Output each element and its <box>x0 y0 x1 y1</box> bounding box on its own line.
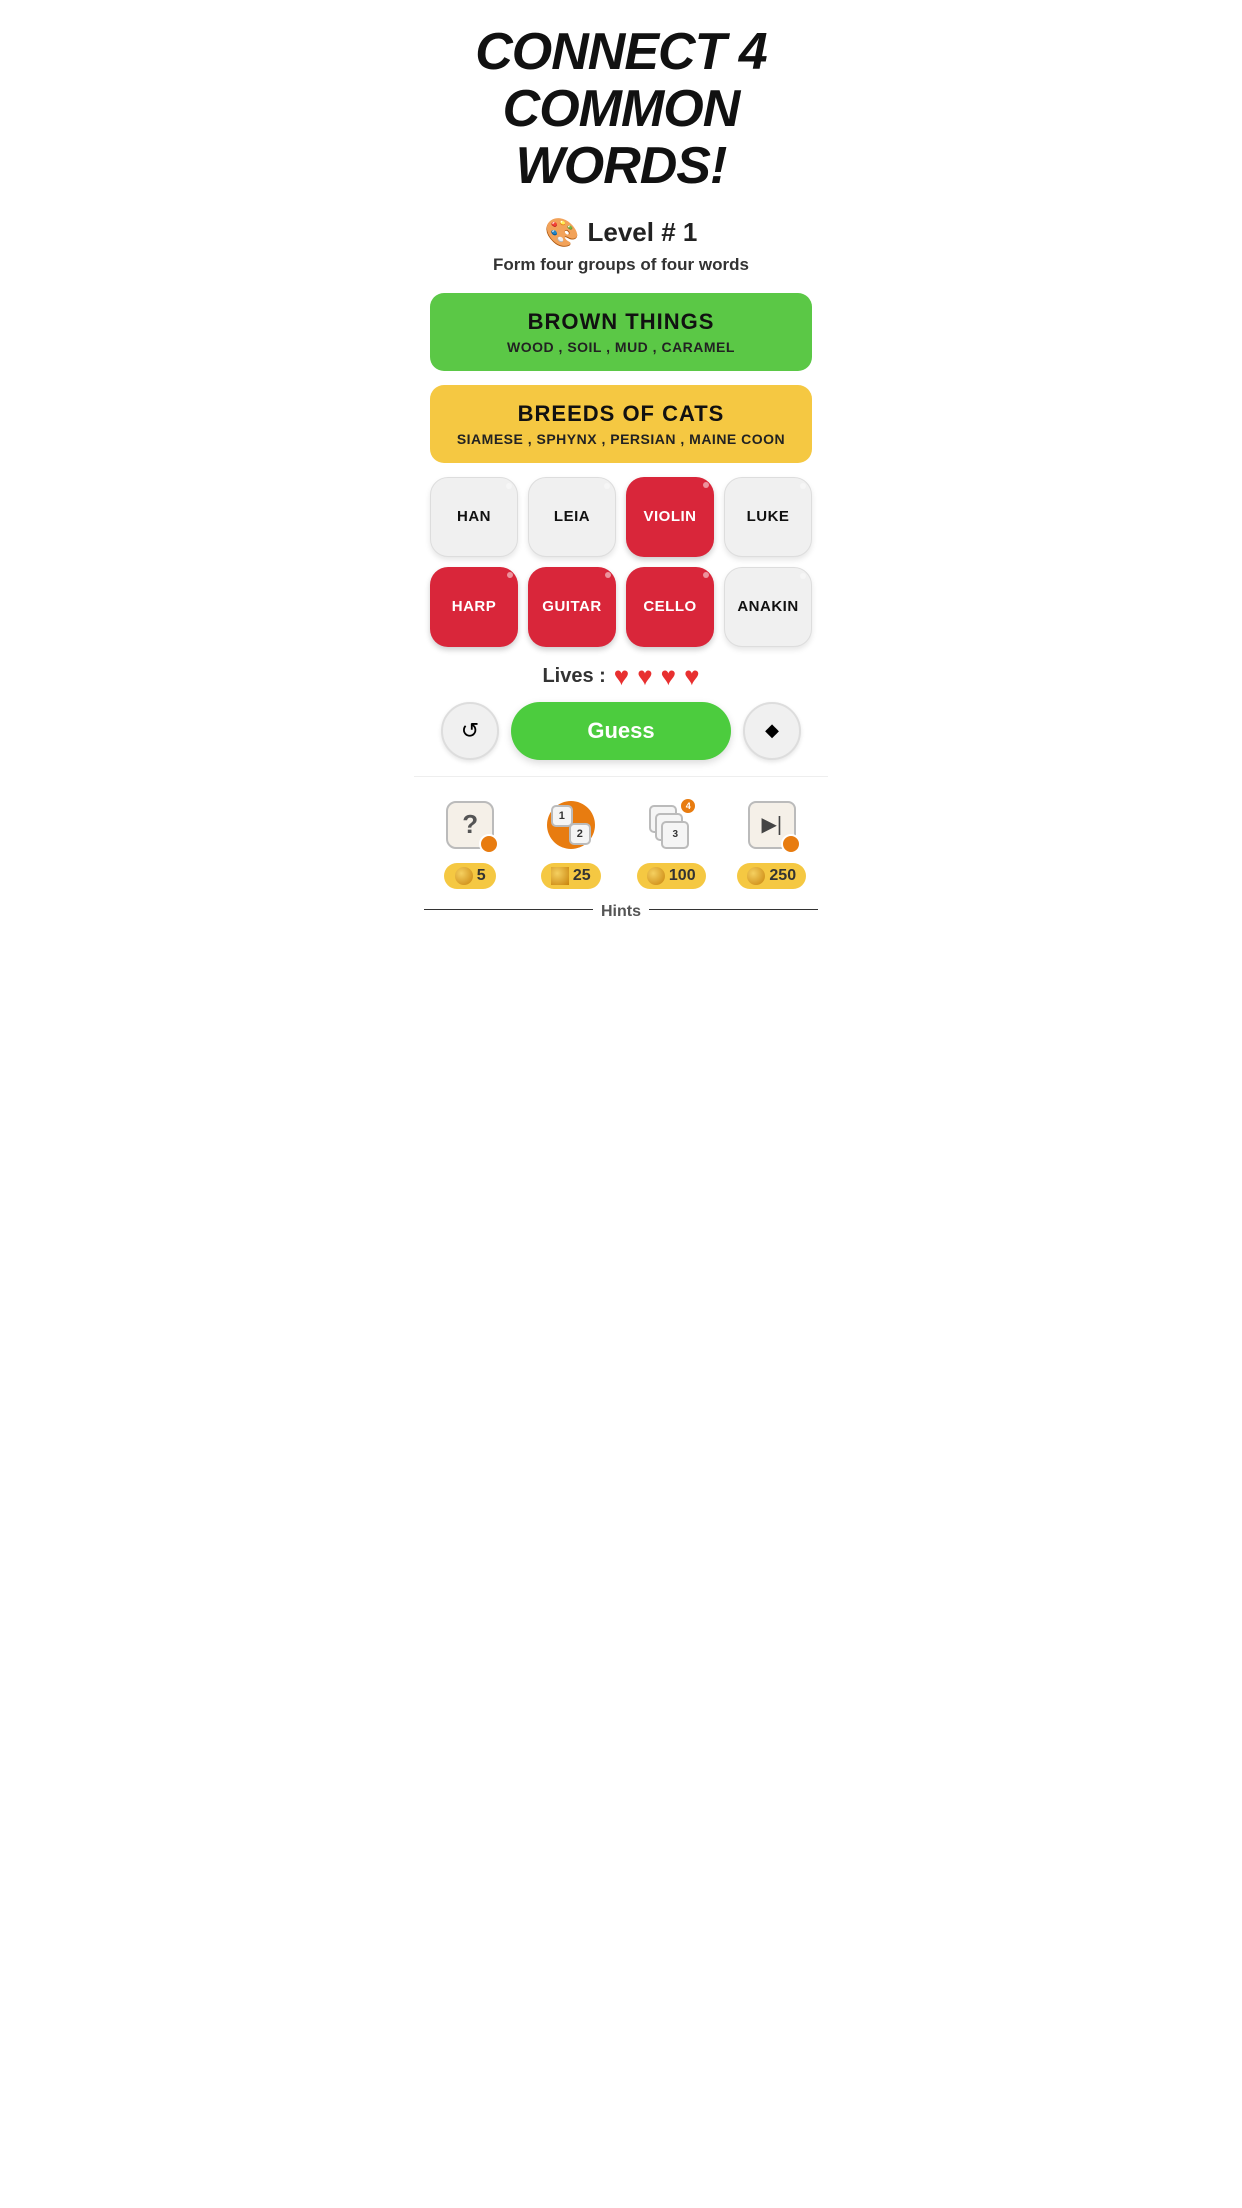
heart-4: ♥ <box>684 661 699 692</box>
page-title: CONNECT 4COMMON WORDS! <box>414 0 828 208</box>
word-tile-cello[interactable]: CELLO <box>626 567 714 647</box>
guess-button[interactable]: Guess <box>511 702 731 760</box>
divider-left <box>424 909 593 910</box>
hint-shuffle[interactable]: 1 2 25 <box>525 793 618 889</box>
hint-reveal[interactable]: ? 5 <box>424 793 517 889</box>
hint-3-cost: 100 <box>669 867 696 885</box>
divider-right <box>649 909 818 910</box>
word-tile-luke[interactable]: LUKE <box>724 477 812 557</box>
hint-skip[interactable]: ▶| 250 <box>726 793 819 889</box>
category-title-cats: BREEDS OF CATS <box>448 401 794 427</box>
subtitle: Form four groups of four words <box>414 255 828 275</box>
heart-1: ♥ <box>614 661 629 692</box>
category-title-brown: BROWN THINGS <box>448 309 794 335</box>
word-tile-anakin[interactable]: ANAKIN <box>724 567 812 647</box>
hint-4-cost: 250 <box>769 867 796 885</box>
shuffle-button[interactable]: ↺ <box>441 702 499 760</box>
lives-label: Lives : <box>542 665 605 688</box>
hint-order[interactable]: 1 2 3 4 100 <box>625 793 718 889</box>
word-tile-harp[interactable]: HARP <box>430 567 518 647</box>
word-tile-leia[interactable]: LEIA <box>528 477 616 557</box>
hints-label: Hints <box>601 903 641 921</box>
level-icon: 🎨 <box>545 216 580 249</box>
hint-2-cost: 25 <box>573 867 591 885</box>
category-card-breeds-of-cats: BREEDS OF CATS SIAMESE , SPHYNX , PERSIA… <box>430 385 812 463</box>
heart-2: ♥ <box>637 661 652 692</box>
word-tile-violin[interactable]: VIOLIN <box>626 477 714 557</box>
category-words-brown: WOOD , SOIL , MUD , CARAMEL <box>448 339 794 355</box>
category-words-cats: SIAMESE , SPHYNX , PERSIAN , MAINE COON <box>448 431 794 447</box>
heart-3: ♥ <box>661 661 676 692</box>
word-tile-guitar[interactable]: GUITAR <box>528 567 616 647</box>
erase-button[interactable]: ◆ <box>743 702 801 760</box>
level-label: Level # 1 <box>588 217 698 248</box>
word-tile-han[interactable]: HAN <box>430 477 518 557</box>
category-card-brown-things: BROWN THINGS WOOD , SOIL , MUD , CARAMEL <box>430 293 812 371</box>
hint-1-cost: 5 <box>477 867 486 885</box>
